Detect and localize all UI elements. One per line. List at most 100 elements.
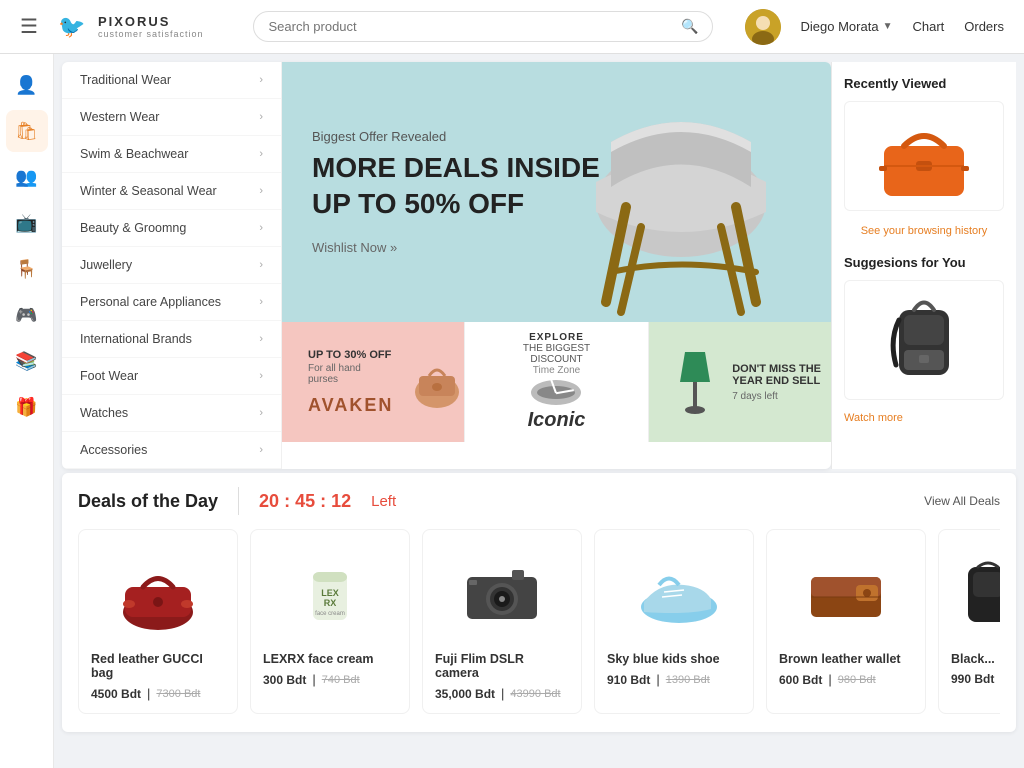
deals-section: Deals of the Day 20 : 45 : 12 Left View … <box>62 473 1016 732</box>
deals-divider <box>238 487 239 515</box>
promo-biggest-label: THE BIGGEST <box>523 343 590 354</box>
suggestion-image[interactable] <box>844 280 1004 400</box>
chevron-right-icon: › <box>259 407 263 419</box>
header: ☰ 🐦 PIXORUS customer satisfaction 🔍 Dieg… <box>0 0 1024 54</box>
category-traditional-wear[interactable]: Traditional Wear › <box>62 62 281 99</box>
sidebar-icon-books[interactable]: 📚 <box>6 340 48 382</box>
dont-miss-label: DON'T MISS THE <box>732 363 821 375</box>
promo-purse-image <box>407 352 464 412</box>
promo-year-end-text: DON'T MISS THE YEAR END SELL 7 days left <box>732 363 821 402</box>
iconic-brand-label: Iconic <box>528 409 586 432</box>
category-watches[interactable]: Watches › <box>62 395 281 432</box>
promo-description: For all hand purses <box>308 363 393 385</box>
category-label: Personal care Appliances <box>80 295 221 309</box>
category-international-brands[interactable]: International Brands › <box>62 321 281 358</box>
logo[interactable]: 🐦 PIXORUS customer satisfaction <box>54 9 204 45</box>
sidebar-icon-game[interactable]: 🎮 <box>6 294 48 336</box>
chevron-right-icon: › <box>259 259 263 271</box>
category-label: Winter & Seasonal Wear <box>80 184 217 198</box>
orders-nav[interactable]: Orders <box>964 19 1004 34</box>
search-input[interactable] <box>268 19 681 34</box>
sidebar-icon-sofa[interactable]: 🪑 <box>6 248 48 290</box>
category-juwellery[interactable]: Juwellery › <box>62 247 281 284</box>
category-beauty-grooming[interactable]: Beauty & Groomng › <box>62 210 281 247</box>
main-wrapper: 👤 🛍 👥 📺 🪑 🎮 📚 🎁 Traditional Wear › Weste… <box>0 54 1024 768</box>
product-card-wallet[interactable]: Brown leather wallet 600 Bdt | 980 Bdt <box>766 529 926 714</box>
deals-timer: 20 : 45 : 12 <box>259 491 351 512</box>
category-winter-seasonal[interactable]: Winter & Seasonal Wear › <box>62 173 281 210</box>
product-name: Fuji Flim DSLR camera <box>435 652 569 680</box>
category-accessories[interactable]: Accessories › <box>62 432 281 469</box>
product-image <box>951 542 1000 642</box>
hamburger-menu[interactable]: ☰ <box>20 14 38 39</box>
price-old: 980 Bdt <box>838 674 876 686</box>
dropdown-arrow-icon: ▼ <box>883 21 893 32</box>
sidebar-icon-person[interactable]: 👤 <box>6 64 48 106</box>
product-card-black[interactable]: Black... 990 Bdt <box>938 529 1000 714</box>
promo-text-year-end: DON'T MISS THE YEAR END SELL 7 days left <box>649 322 831 442</box>
price-separator: | <box>656 672 659 687</box>
product-name: Sky blue kids shoe <box>607 652 741 666</box>
category-label: Traditional Wear <box>80 73 171 87</box>
promo-text-iconic: EXPLORE THE BIGGEST DISCOUNT Time Zone I… <box>465 322 647 442</box>
search-icon: 🔍 <box>681 18 698 35</box>
product-prices: 990 Bdt <box>951 672 1000 686</box>
category-swim-beachwear[interactable]: Swim & Beachwear › <box>62 136 281 173</box>
see-history-link[interactable]: See your browsing history <box>844 219 1004 243</box>
sidebar-icon-tv[interactable]: 📺 <box>6 202 48 244</box>
deals-left-label: Left <box>371 493 396 510</box>
category-label: International Brands <box>80 332 192 346</box>
product-name: Black... <box>951 652 1000 666</box>
top-section: Traditional Wear › Western Wear › Swim &… <box>62 62 831 469</box>
product-card-camera[interactable]: Fuji Flim DSLR camera 35,000 Bdt | 43990… <box>422 529 582 714</box>
promo-discount-label: UP TO 30% OFF <box>308 349 393 361</box>
sidebar-icon-shopper[interactable]: 🛍 <box>6 110 48 152</box>
suggestions-title: Suggesions for You <box>844 255 1004 270</box>
product-card-face-cream[interactable]: LEX RX face cream LEXRX face cream 300 B… <box>250 529 410 714</box>
product-card-gucci-bag[interactable]: Red leather GUCCI bag 4500 Bdt | 7300 Bd… <box>78 529 238 714</box>
promo-card-avaken[interactable]: UP TO 30% OFF For all hand purses AVAKEN <box>282 322 464 442</box>
hero-small-text: Biggest Offer Revealed <box>312 129 600 144</box>
promo-card-year-end[interactable]: DON'T MISS THE YEAR END SELL 7 days left <box>649 322 831 442</box>
chevron-right-icon: › <box>259 74 263 86</box>
user-info[interactable]: Diego Morata ▼ <box>801 19 893 34</box>
chevron-right-icon: › <box>259 370 263 382</box>
sidebar-icon-users[interactable]: 👥 <box>6 156 48 198</box>
category-label: Western Wear <box>80 110 159 124</box>
view-all-deals-link[interactable]: View All Deals <box>924 494 1000 508</box>
hero-cta-button[interactable]: Wishlist Now » <box>312 240 600 255</box>
promo-card-iconic[interactable]: EXPLORE THE BIGGEST DISCOUNT Time Zone I… <box>464 322 648 442</box>
product-image: LEX RX face cream <box>263 542 397 642</box>
chart-nav[interactable]: Chart <box>912 19 944 34</box>
days-left-label: 7 days left <box>732 391 821 402</box>
category-personal-care[interactable]: Personal care Appliances › <box>62 284 281 321</box>
products-row: Red leather GUCCI bag 4500 Bdt | 7300 Bd… <box>78 529 1000 718</box>
category-label: Accessories <box>80 443 147 457</box>
recently-viewed-title: Recently Viewed <box>844 76 1004 91</box>
category-western-wear[interactable]: Western Wear › <box>62 99 281 136</box>
product-prices: 300 Bdt | 740 Bdt <box>263 672 397 687</box>
deals-header: Deals of the Day 20 : 45 : 12 Left View … <box>78 487 1000 515</box>
watch-more-link[interactable]: Watch more <box>844 408 1004 428</box>
search-bar[interactable]: 🔍 <box>253 11 713 42</box>
sidebar-icon-gift[interactable]: 🎁 <box>6 386 48 428</box>
product-image <box>607 542 741 642</box>
price-new: 990 Bdt <box>951 672 994 686</box>
chevron-right-icon: › <box>259 148 263 160</box>
price-separator: | <box>828 672 831 687</box>
chevron-right-icon: › <box>259 111 263 123</box>
logo-name: PIXORUS <box>98 14 204 29</box>
price-separator: | <box>312 672 315 687</box>
category-foot-wear[interactable]: Foot Wear › <box>62 358 281 395</box>
browsing-history-image[interactable] <box>844 101 1004 211</box>
chevron-right-icon: › <box>259 222 263 234</box>
promo-lamp-image <box>659 342 733 422</box>
promo-explore-label: EXPLORE <box>529 332 584 343</box>
price-new: 910 Bdt <box>607 673 650 687</box>
product-card-kids-shoe[interactable]: Sky blue kids shoe 910 Bdt | 1390 Bdt <box>594 529 754 714</box>
price-old: 43990 Bdt <box>510 688 560 700</box>
price-separator: | <box>147 686 150 701</box>
logo-subtitle: customer satisfaction <box>98 29 204 39</box>
product-prices: 910 Bdt | 1390 Bdt <box>607 672 741 687</box>
category-label: Watches <box>80 406 128 420</box>
